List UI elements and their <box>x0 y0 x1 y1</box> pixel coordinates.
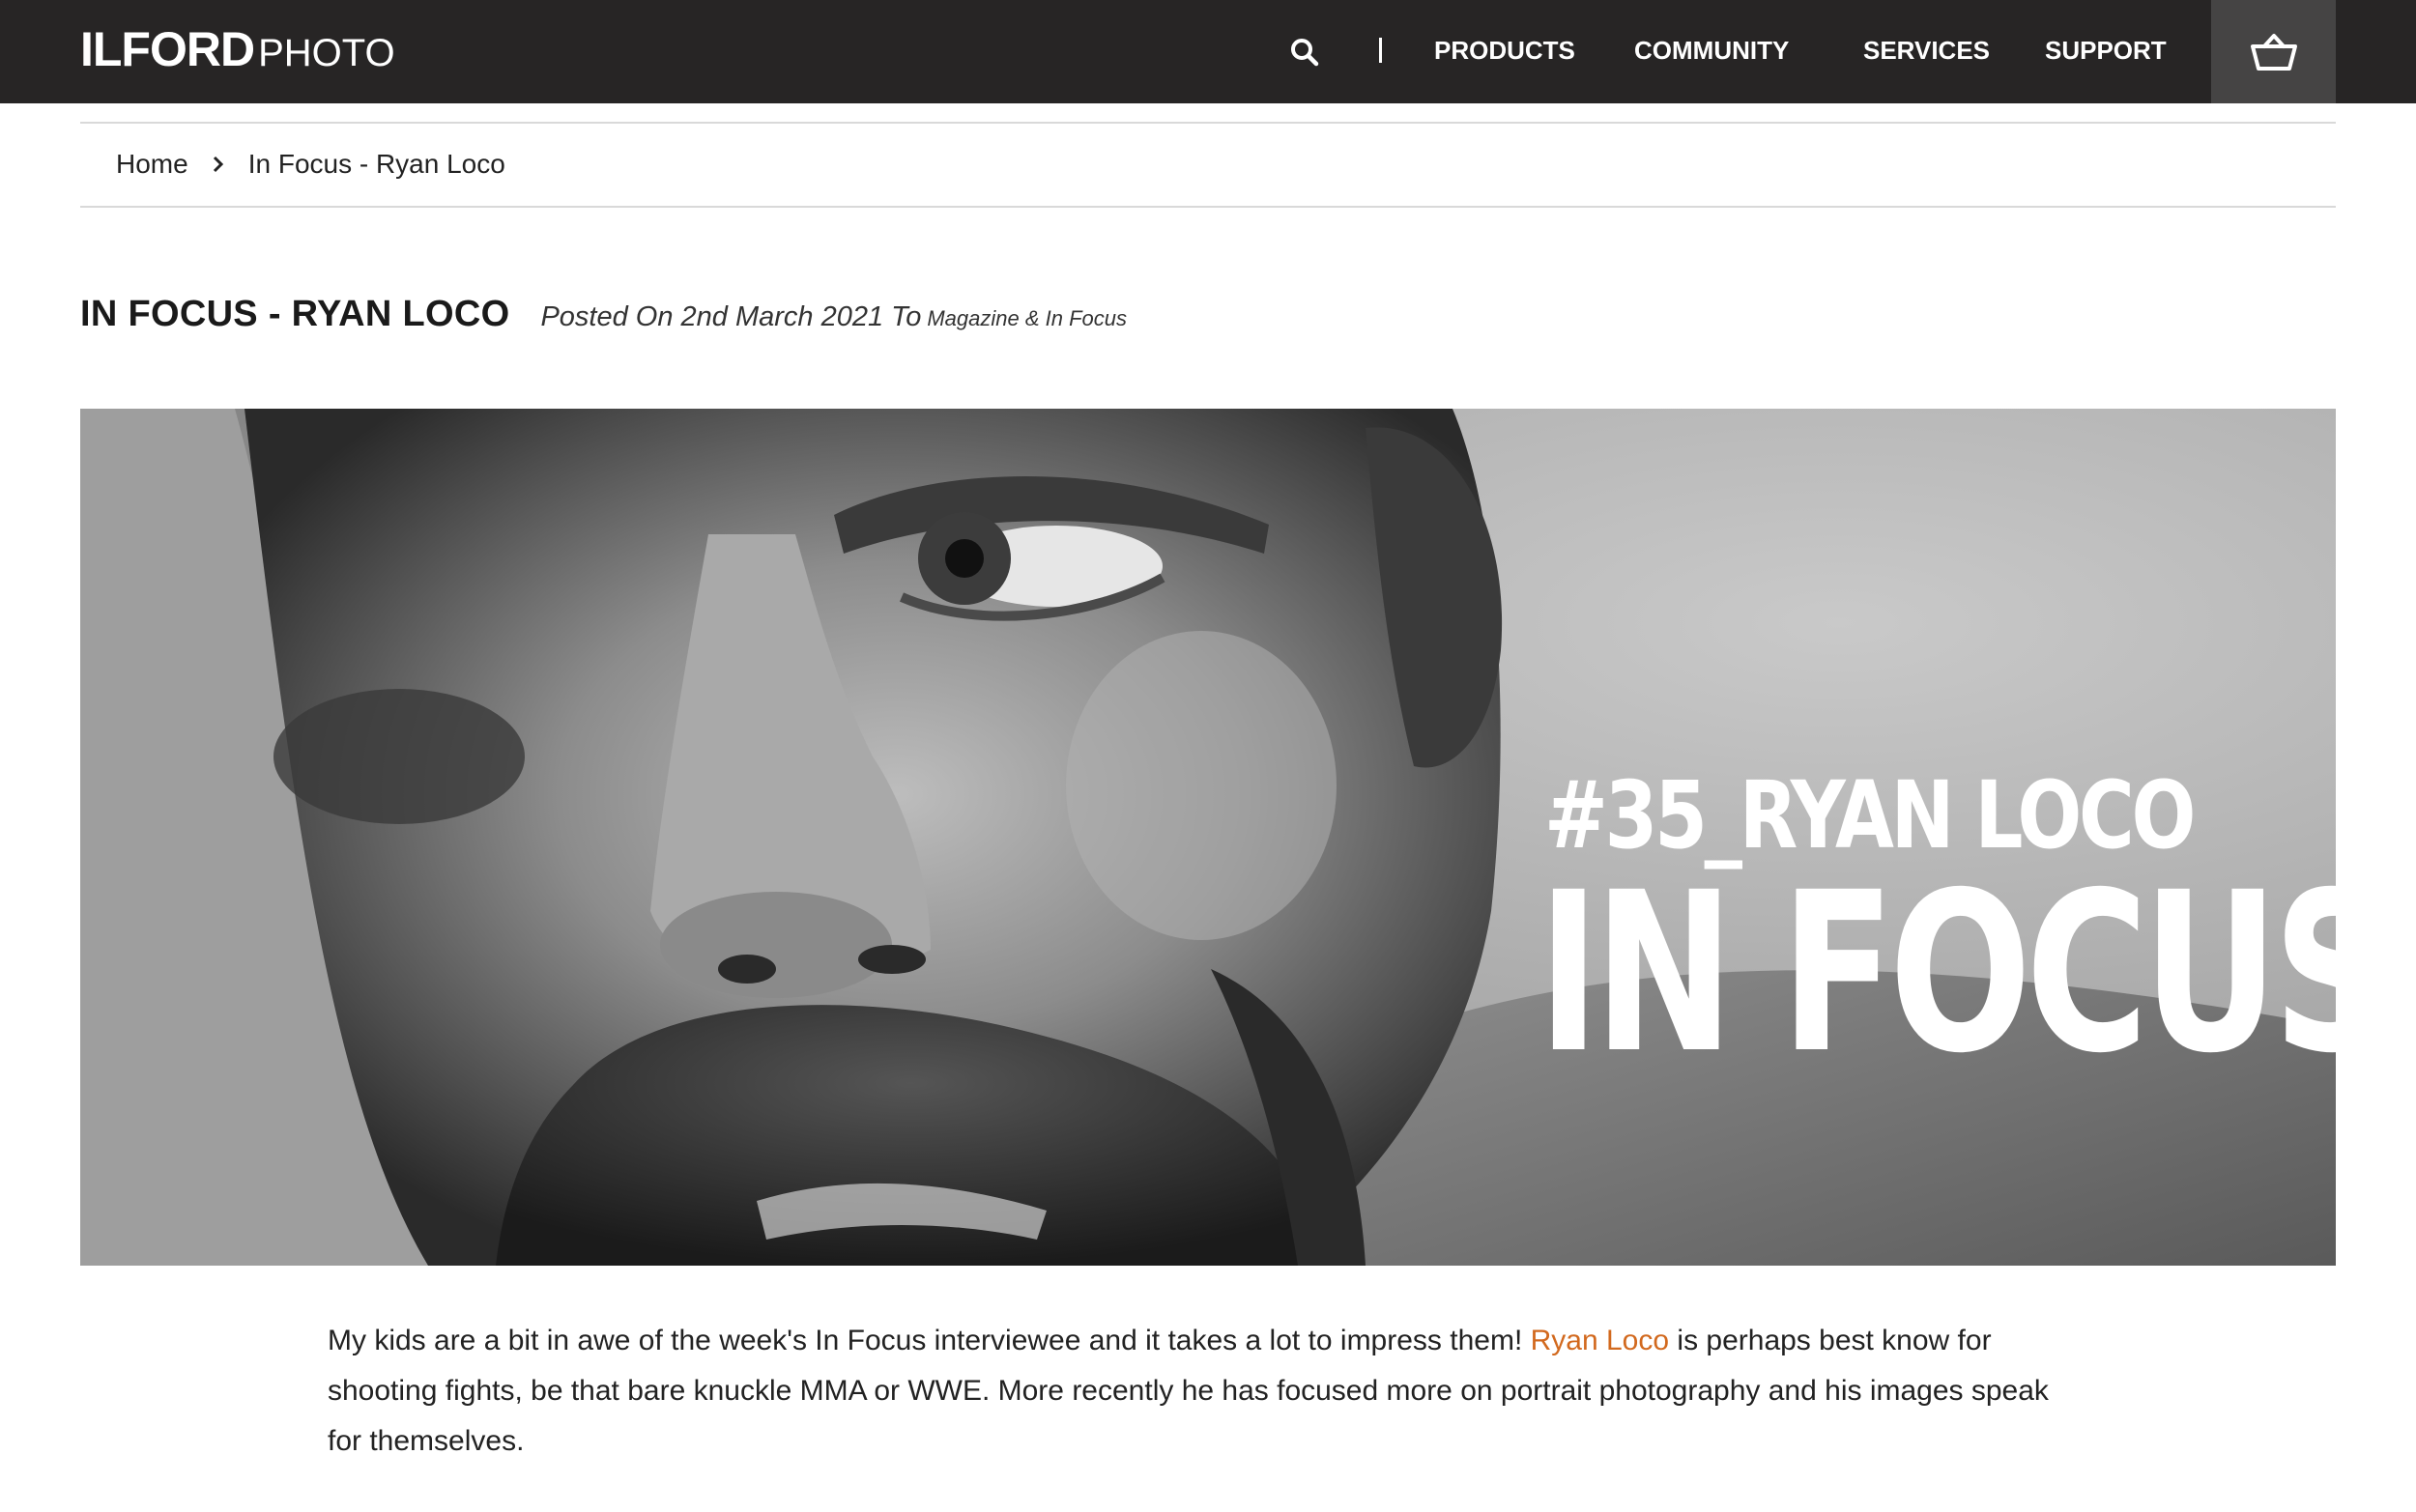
breadcrumb-divider-bottom <box>80 206 2336 208</box>
ryan-loco-link[interactable]: Ryan Loco <box>1531 1325 1669 1356</box>
hero-image: #35_RYAN LOCO IN FOCUS <box>80 409 2336 1266</box>
article-title-row: IN FOCUS - RYAN LOCO Posted On 2nd March… <box>80 294 1127 335</box>
breadcrumb-current: In Focus - Ryan Loco <box>247 149 505 179</box>
breadcrumb-home-link[interactable]: Home <box>116 149 188 180</box>
nav-divider <box>1379 38 1382 63</box>
nav-support[interactable]: SUPPORT <box>2045 36 2167 66</box>
intro-text-before: My kids are a bit in awe of the week's I… <box>328 1325 1531 1356</box>
nav-products[interactable]: PRODUCTS <box>1434 36 1575 66</box>
chevron-right-icon <box>212 155 225 174</box>
ilford-photo-logo[interactable]: ILFORD PHOTO <box>80 21 395 79</box>
basket-icon <box>2250 33 2297 71</box>
search-icon <box>1291 39 1319 67</box>
article-intro: My kids are a bit in awe of the week's I… <box>328 1316 2067 1467</box>
search-button[interactable] <box>1285 33 1324 71</box>
posted-meta: Posted On 2nd March 2021 To <box>540 301 922 332</box>
posted-categories-link[interactable]: Magazine & In Focus <box>927 306 1127 331</box>
logo-wordmark-light: PHOTO <box>258 32 395 74</box>
hero-headline: IN FOCUS <box>1538 844 2336 1101</box>
cart-button[interactable] <box>2211 0 2336 103</box>
nav-services[interactable]: SERVICES <box>1863 36 1990 66</box>
breadcrumb-divider-top <box>80 122 2336 124</box>
site-header: ILFORD PHOTO PRODUCTS COMMUNITY SERVICES… <box>0 0 2416 103</box>
page-title: IN FOCUS - RYAN LOCO <box>80 294 510 334</box>
nav-community[interactable]: COMMUNITY <box>1634 36 1789 66</box>
logo-wordmark-strong: ILFORD <box>80 22 255 76</box>
breadcrumb: Home In Focus - Ryan Loco <box>116 147 505 182</box>
